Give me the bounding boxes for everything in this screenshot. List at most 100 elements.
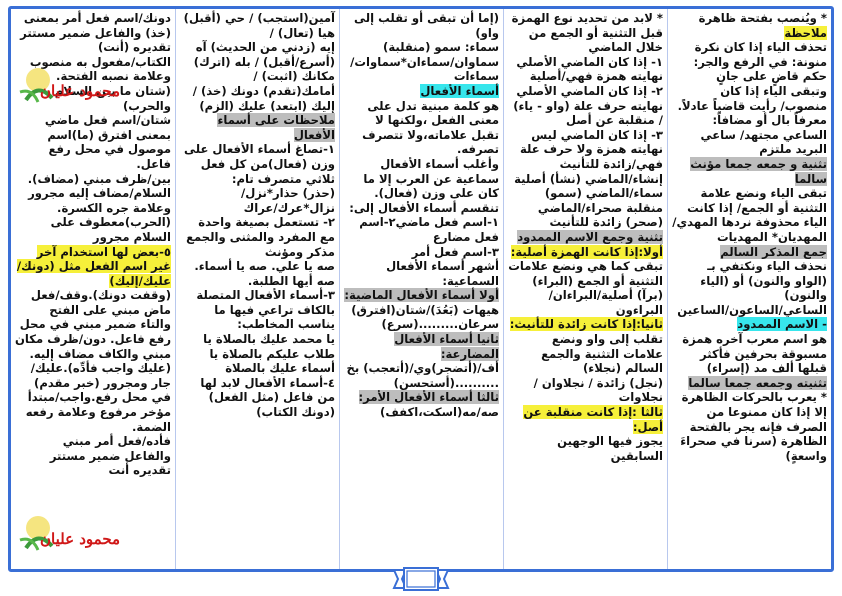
section-heading: ملاحظات على أسماء الأفعال [180,113,335,142]
text-run: أولا أسماء الأفعال الماضية: [344,288,499,303]
next-page-ribbon-icon[interactable] [392,566,450,592]
column-3: (إما أن تبقى أو تقلب إلى واو) سماء: سمو (… [339,9,503,569]
column-2: * لابد من تحديد نوع الهمزة قبل التثنية أ… [503,9,667,569]
text-run: تثنية وجمع الاسم الممدود [517,229,663,244]
text-run: صه يا علي. صه يا أسماء. صه أيها الطلبة. [194,259,335,288]
text-line: بين/ظرف مبني (مضاف). السلام/مضاف إليه مج… [15,172,171,216]
text-run: صه/مه(اسكت،اكفف) [380,405,499,420]
text-line: ٣- إذا كان الماضي ليس نهايته همزة ولا حر… [508,128,663,172]
text-line: (نجل) زائدة / نجلاوان / نجلاوات [508,376,663,405]
text-line: هو اسم معرب آخره همزة مسبوقة بحرفين فأكث… [672,332,827,376]
text-line: أف/(أتضجر)وي/(أتعجب) بخ ..........(أستحس… [344,361,499,390]
text-line: إنشاء/الماضي (نشأ) أصلية سماء/الماضي (سم… [508,172,663,230]
text-line: شتان/اسم فعل ماضي بمعنى افترق (ما)اسم مو… [15,113,171,171]
text-run: ٣-اسم فعل أمر [411,244,499,259]
text-run: ثالثا أسماء الأفعال الأمر: [358,390,499,405]
text-run: آمين(استجب) / حي (أقبل) هيا (تعال) / [183,11,335,40]
section-heading: ثالثا أسماء الأفعال الأمر: [344,390,499,405]
section-heading: ثانيا أسماء الأفعال المضارعة: [344,332,499,361]
text-line: هو كلمة مبنية تدل على معنى الفعل ،ولكنها… [344,99,499,157]
text-run: أشهر أسماء الأفعال السماعية: [386,259,499,288]
text-run: ١-تصاغ أسماء الأفعال على وزن (فعال)من كل… [183,142,335,186]
text-line: ٢- تستعمل بصيغة واحدة مع المفرد والمثنى … [180,215,335,259]
section-heading: أولا:إذا كانت الهمزة أصلية: [508,244,663,260]
text-line: (شتان ما بين السلام والحرب) [15,84,171,113]
text-run: أسماء الأفعال [420,83,499,98]
text-run: أولا:إذا كانت الهمزة أصلية: [510,244,663,259]
text-line: (وقفت دونك).وقف/فعل ماض مبني على الفتح و… [15,288,171,361]
text-line: ١-اسم فعل ماضي٢-اسم فعل مضارع [344,215,499,244]
column-1: * ويُنصب بفتحة ظاهرة ملاحظة تحذف الياء إذا… [667,9,831,569]
text-run: دونك/اسم فعل أمر بمعنى (خذ) والفاعل ضمير… [20,11,171,55]
text-line: * يعرب بالحركات الظاهرة إلا إذا كان ممنو… [672,390,827,463]
text-run: تثنيته وجمعه جمعا سالما [688,375,827,390]
text-run: (حذر) حذار*نزل/نزال*عرك/عراك [241,186,335,215]
text-line: (عليك واجب فأدِّه).عليك/جار ومجرور (خبر … [15,361,171,434]
text-line: يا محمد عليك بالصلاة يا طلاب عليكم بالصل… [180,332,335,376]
text-run: هيهات (بَعُدَ)/شتان(افترق) سرعان........… [351,302,499,332]
text-run: (الحرب)معطوف على السلام مجرور [50,215,171,244]
text-run: وتبقى الياء إذا كان منصوب/ رأيت قاضياً ع… [677,83,827,128]
text-run: إنشاء/الماضي (نشأ) أصلية سماء/الماضي (سم… [514,171,663,230]
text-run: تثنية و جمعه جمعا مؤنث سالما [690,156,827,186]
text-line: فأده/فعل أمر مبني والفاعل ضمير مستتر تقد… [15,434,171,478]
text-run: سماء: سمو (منقلبة) سماوان/سماءان*سماوات/… [350,40,499,84]
text-line: * لابد من تحديد نوع الهمزة قبل التثنية أ… [508,11,663,55]
text-run: هو اسم معرب آخره همزة مسبوقة بحرفين فأكث… [682,332,827,376]
text-run: فأده/فعل أمر مبني والفاعل ضمير مستتر تقد… [49,434,171,478]
text-run: الساعي/الساعون/الساعين [677,302,827,317]
text-line: يجوز فيها الوجهين السابقين [508,434,663,463]
text-line: تبقى الياء ونضع علامة التثنية أو الجمع/ … [672,186,827,244]
text-line: صه يا علي. صه يا أسماء. صه أيها الطلبة. [180,259,335,288]
text-run: أف/(أتضجر)وي/(أتعجب) بخ ..........(أستحس… [346,361,499,390]
text-line: ٢- إذا كان الماضي الأصلي نهايته حرف علة … [508,84,663,128]
section-heading: تثنية وجمع الاسم الممدود [508,229,663,245]
section-heading: أسماء الأفعال [344,83,499,99]
text-line: هيهات (بَعُدَ)/شتان(افترق) سرعان........… [344,303,499,332]
text-line: تبقى كما هي ونضع علامات التثنية أو الجمع… [508,259,663,317]
text-line: ٤-أسماء الأفعال لابد لها من فاعل (مثل ال… [180,376,335,420]
text-run: تبقى كما هي ونضع علامات التثنية أو الجمع… [508,259,663,317]
text-run: نحذف الياء ونكتفي بـ (الواو والنون) أو (… [700,259,827,303]
text-run: تبقى الياء ونضع علامة التثنية أو الجمع/ … [672,186,827,244]
text-run: ثالثا :إذا كانت منقلبة عن أصل: [523,405,663,434]
text-run: بين/ظرف مبني (مضاف). السلام/مضاف إليه مج… [27,171,171,215]
text-run: (نجل) زائدة / نجلاوان / نجلاوات [533,375,663,405]
text-run: ٥-بعض لها استخدام آخر غير اسم الفعل مثل … [16,244,171,288]
section-heading: تثنيته وجمعه جمعا سالما [672,375,827,391]
text-run: * يعرب بالحركات الظاهرة إلا إذا كان ممنو… [680,390,827,463]
text-line: ١-تصاغ أسماء الأفعال على وزن (فعال)من كل… [180,142,335,186]
text-line: (الحرب)معطوف على السلام مجرور [15,215,171,244]
section-heading: ملاحظة [672,25,827,41]
text-run: ٢- تستعمل بصيغة واحدة مع المفرد والمثنى … [186,215,335,259]
text-run: (عليك واجب فأدِّه).عليك/جار ومجرور (خبر … [25,361,171,434]
text-line: دونك/اسم فعل أمر بمعنى (خذ) والفاعل ضمير… [15,11,171,55]
text-run: ٣-أسماء الأفعال المتصلة بالكاف تراعي فيه… [196,288,335,332]
text-run: يجوز فيها الوجهين السابقين [557,434,663,463]
text-line: ١- إذا كان الماضي الأصلي نهايته همزة فهي… [508,55,663,84]
text-run: ١- إذا كان الماضي الأصلي نهايته همزة فهي… [516,54,663,84]
text-line: ٣-أسماء الأفعال المتصلة بالكاف تراعي فيه… [180,288,335,332]
section-heading: ٥-بعض لها استخدام آخر غير اسم الفعل مثل … [15,244,171,289]
text-line: وتبقى الياء إذا كان منصوب/ رأيت قاضياً ع… [672,84,827,128]
text-run: (شتان ما بين السلام والحرب) [54,83,171,113]
section-heading: جمع المذكر السالم [672,244,827,260]
text-run: إيه (زدني من الحديث) آه (أسرع/أقبل) / بل… [193,40,335,69]
section-heading: تثنية و جمعه جمعا مؤنث سالما [672,156,827,186]
text-run: ثانيا أسماء الأفعال المضارعة: [394,332,499,361]
section-heading: أولا أسماء الأفعال الماضية: [344,288,499,303]
text-run: تنقسم أسماء الأفعال إلى: [349,200,499,215]
text-run: * لابد من تحديد نوع الهمزة قبل التثنية أ… [511,11,663,55]
text-run: (وقفت دونك).وقف/فعل ماض مبني على الفتح و… [15,288,171,361]
text-line: الساعي/الساعون/الساعين [672,303,827,318]
text-run: ملاحظات على أسماء الأفعال [217,113,335,142]
text-run: جمع المذكر السالم [720,244,827,259]
text-line: صه/مه(اسكت،اكفف) [344,405,499,420]
section-heading: - الاسم الممدود [672,317,827,332]
text-run: ثانيا:إذا كانت زائدة للتأنيث: [509,317,663,332]
text-line: مكانك (اثبت) / أمامك(تقدم) دونك (خذ) / إ… [180,69,335,113]
text-line: آمين(استجب) / حي (أقبل) هيا (تعال) / [180,11,335,40]
text-line: الساعي مجتهد/ ساعي البريد ملتزم [672,128,827,157]
text-line: الكتاب/مفعول به منصوب وعلامة نصبه الفتحة… [15,55,171,84]
text-line: تنقسم أسماء الأفعال إلى: [344,201,499,216]
